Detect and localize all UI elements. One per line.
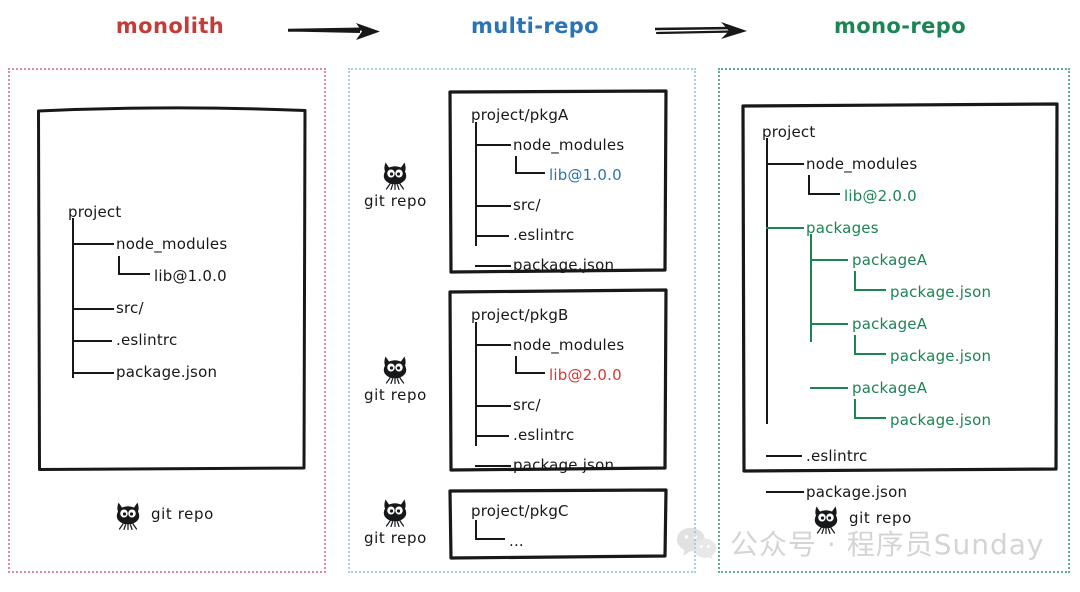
pkgc-tree: project/pkgC ... (471, 496, 569, 556)
git-repo-label: git repo (364, 529, 427, 547)
tree-row-package-json: package.json (68, 356, 227, 388)
github-octocat-icon (384, 499, 407, 527)
tree-spine-root (766, 138, 768, 424)
tree-branch (118, 256, 150, 276)
git-repo-pkgb: git repo (364, 352, 427, 404)
multirepo-pkga-box: project/pkgA node_modules lib@1.0.0 src/ (447, 88, 669, 274)
tree-row-node-modules: node_modules (471, 130, 624, 160)
tree-spine-packages (810, 234, 812, 342)
tree-row-lib: lib@2.0.0 (762, 175, 991, 212)
tree-row-lib: lib@1.0.0 (471, 156, 624, 190)
tree-row-src: src/ (471, 190, 624, 220)
tree-row-eslintrc: .eslintrc (471, 420, 624, 450)
arrow-right-icon-1 (286, 20, 384, 44)
watermark-text: 公众号 · 程序员Sunday (730, 528, 1045, 561)
multirepo-pkgb-box: project/pkgB node_modules lib@2.0.0 src/ (447, 288, 669, 474)
tree-branch (854, 399, 886, 421)
tree-row-node-modules: node_modules (762, 148, 991, 180)
tree-row-root: project (68, 203, 122, 221)
heading-mono-repo: mono-repo (833, 14, 967, 38)
tree-row-root: project/pkgA (471, 106, 569, 124)
tree-branch (515, 356, 545, 376)
tree-branch (854, 335, 886, 357)
tree-row-root: project/pkgB (471, 306, 569, 324)
tree-row-eslintrc: .eslintrc (471, 220, 624, 250)
monolith-tree: project node_modules lib@1.0.0 src/ .esl… (68, 196, 227, 388)
watermark: 公众号 · 程序员Sunday (676, 523, 1044, 563)
tree-row-packagejson-1: package.json (762, 271, 991, 308)
git-repo-label: git repo (151, 505, 214, 523)
tree-row-eslintrc: .eslintrc (762, 440, 991, 472)
tree-row-ellipsis: ... (471, 520, 569, 556)
tree-branch (515, 156, 545, 176)
tree-row-root: project (762, 123, 816, 141)
heading-multi-repo: multi-repo (470, 14, 600, 38)
tree-row-eslintrc: .eslintrc (68, 324, 227, 356)
github-octocat-icon (384, 162, 407, 190)
tree-row-package-json: package.json (471, 450, 624, 480)
tree-row-src: src/ (68, 292, 227, 324)
tree-row-packagejson-3: package.json (762, 399, 991, 436)
monolith-project-box: project node_modules lib@1.0.0 src/ .esl… (36, 106, 308, 472)
git-repo-monolith: git repo (112, 498, 214, 530)
tree-spine (475, 122, 477, 246)
heading-monolith: monolith (115, 14, 225, 38)
wechat-icon (676, 527, 717, 560)
monorepo-project-box: project node_modules lib@2.0.0 packages (740, 102, 1060, 501)
tree-row-node-modules: node_modules (471, 330, 624, 360)
tree-branch (475, 520, 505, 542)
arrow-right-icon-2 (653, 20, 751, 44)
git-repo-label: git repo (364, 386, 427, 404)
github-octocat-icon (116, 502, 140, 530)
git-repo-pkga: git repo (364, 158, 427, 210)
github-octocat-icon (384, 356, 407, 384)
tree-row-package-json: package.json (471, 250, 624, 280)
tree-row-lib: lib@2.0.0 (471, 356, 624, 390)
git-repo-label: git repo (364, 192, 427, 210)
tree-row-src: src/ (471, 390, 624, 420)
git-repo-pkgc: git repo (364, 495, 427, 547)
pkga-tree: project/pkgA node_modules lib@1.0.0 src/ (471, 100, 624, 280)
tree-branch (854, 271, 886, 293)
tree-row-packagejson-2: package.json (762, 335, 991, 372)
tree-spine (72, 218, 74, 378)
tree-spine (475, 322, 477, 446)
tree-row-packages: packages (762, 212, 991, 244)
tree-row-lib: lib@1.0.0 (68, 256, 227, 292)
tree-branch (808, 175, 840, 197)
pkgb-tree: project/pkgB node_modules lib@2.0.0 src/ (471, 300, 624, 480)
multirepo-pkgc-box: project/pkgC ... (447, 488, 669, 560)
monorepo-tree: project node_modules lib@2.0.0 packages (762, 116, 991, 508)
